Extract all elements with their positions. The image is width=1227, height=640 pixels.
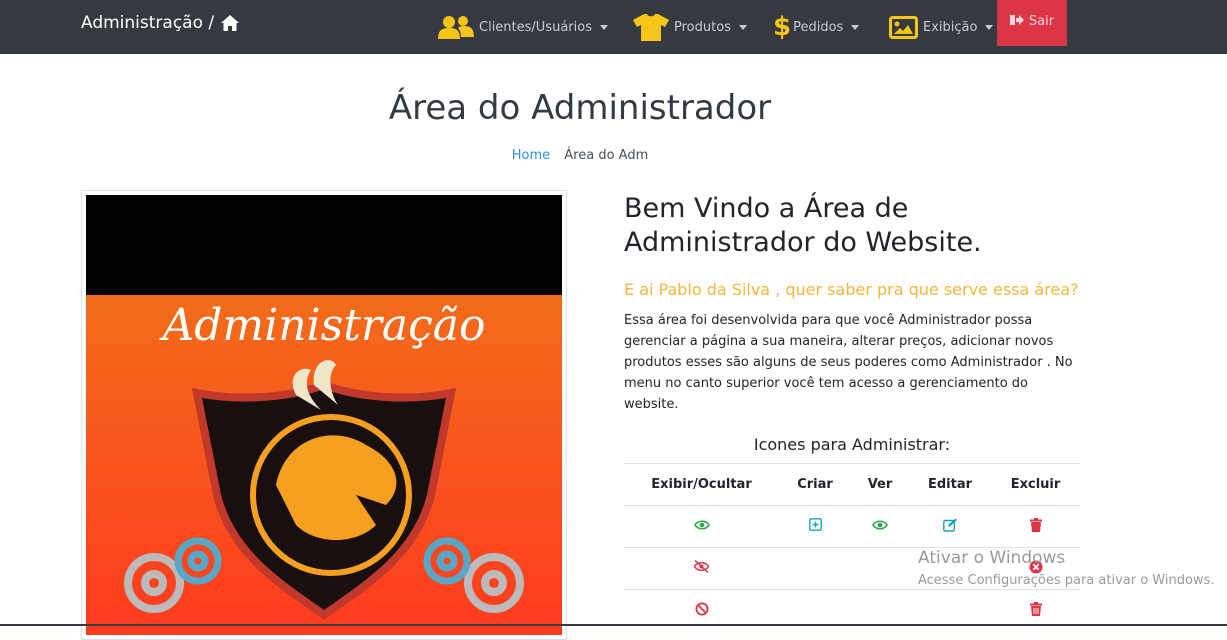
- admin-banner-image: Administração: [81, 190, 567, 640]
- image-icon: [889, 15, 918, 39]
- eye-icon[interactable]: [872, 519, 888, 531]
- nav-exibicao[interactable]: Exibição: [889, 0, 994, 54]
- brand[interactable]: Administração /: [81, 13, 240, 33]
- intro-paragraph: Essa área foi desenvolvida para que você…: [624, 313, 1073, 412]
- dollar-icon: $: [773, 12, 792, 42]
- nav-pedidos[interactable]: $ Pedidos: [773, 0, 860, 54]
- banner-title: Administração: [158, 300, 485, 351]
- chevron-down-icon: [985, 24, 994, 30]
- table-header-row: Exibir/Ocultar Criar Ver Editar Excluir: [624, 463, 1080, 506]
- ban-icon[interactable]: [695, 602, 709, 616]
- nav-produtos[interactable]: Produtos: [633, 0, 747, 54]
- top-navbar: Administração / Clientes/Usuários Produt…: [0, 0, 1227, 54]
- trash-icon[interactable]: [1029, 601, 1042, 616]
- users-icon: [438, 16, 474, 39]
- page-title: Área do Administrador: [388, 88, 772, 128]
- column-header: Editar: [909, 463, 991, 506]
- windows-activation-title: Ativar o Windows: [918, 548, 1066, 568]
- eye-slash-icon[interactable]: [693, 559, 710, 574]
- home-icon: [221, 15, 240, 31]
- plus-square-icon[interactable]: [808, 518, 822, 531]
- column-header: Exibir/Ocultar: [624, 463, 779, 506]
- chevron-down-icon: [599, 24, 608, 30]
- column-header: Criar: [779, 463, 851, 506]
- nav-produtos-label: Produtos: [674, 19, 731, 35]
- lead-text: E ai Pablo da Silva , quer saber pra que…: [624, 280, 1079, 299]
- column-header: Ver: [851, 463, 909, 506]
- logout-label: Sair: [1028, 14, 1055, 29]
- breadcrumb-current: Área do Adm: [564, 148, 649, 163]
- trash-icon[interactable]: [1029, 517, 1042, 532]
- nav-clientes-label: Clientes/Usuários: [479, 19, 592, 35]
- nav-clientes[interactable]: Clientes/Usuários: [438, 0, 608, 54]
- tshirt-icon: [633, 14, 669, 41]
- nav-exibicao-label: Exibição: [923, 19, 978, 35]
- eye-icon[interactable]: [693, 519, 710, 531]
- chevron-down-icon: [738, 24, 747, 30]
- windows-activation-subtitle: Acesse Configurações para ativar o Windo…: [918, 573, 1215, 588]
- table-row: [624, 505, 1080, 548]
- sign-out-icon: [1009, 15, 1024, 25]
- edit-icon[interactable]: [942, 518, 958, 532]
- icons-table-title: Icones para Administrar:: [753, 435, 951, 454]
- breadcrumb-home-link[interactable]: Home: [512, 148, 550, 163]
- brand-label: Administração /: [81, 13, 215, 33]
- logout-button[interactable]: Sair: [997, 0, 1067, 46]
- breadcrumb: Home Área do Adm: [0, 148, 1160, 163]
- chevron-down-icon: [851, 24, 860, 30]
- welcome-heading: Bem Vindo a Área de Administrador do Web…: [624, 193, 982, 258]
- nav-pedidos-label: Pedidos: [793, 19, 844, 35]
- column-header: Excluir: [991, 463, 1080, 506]
